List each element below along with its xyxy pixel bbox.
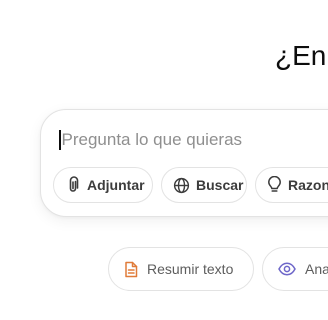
prompt-composer: Pregunta lo que quieras Adjuntar Buscar … [40,109,328,217]
prompt-placeholder: Pregunta lo que quieras [61,130,243,149]
prompt-input[interactable]: Pregunta lo que quieras [59,128,242,152]
suggestion-analyze[interactable]: Ana [262,247,328,291]
new-chat-page: ¿En Pregunta lo que quieras Adjuntar Bus… [0,0,328,320]
page-title: ¿En [275,40,327,71]
globe-icon [173,177,190,193]
document-icon [125,261,138,277]
reason-label: Razona [288,177,328,193]
suggestion-summarize-text[interactable]: Resumir texto [108,247,254,291]
eye-icon [278,262,296,276]
reason-button[interactable]: Razona [255,167,328,203]
suggestion-label: Resumir texto [147,261,234,277]
attach-button[interactable]: Adjuntar [53,167,153,203]
lightbulb-icon [268,176,281,192]
search-button[interactable]: Buscar [161,167,247,203]
search-label: Buscar [196,177,244,193]
suggestion-label: Ana [305,261,328,277]
attach-label: Adjuntar [87,177,145,193]
paperclip-icon [69,176,79,192]
text-caret [59,130,61,150]
